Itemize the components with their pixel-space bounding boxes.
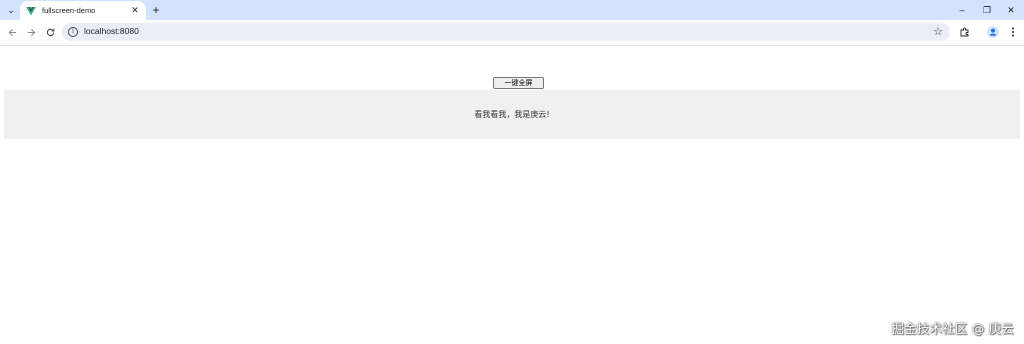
browser-window: ⌄ fullscreen-demo ✕ + – ❐ ✕ i localhost:… xyxy=(0,0,1024,344)
active-tab[interactable]: fullscreen-demo ✕ xyxy=(20,1,146,20)
fullscreen-content-text: 看我看我，我是庚云! xyxy=(474,110,550,119)
info-icon[interactable]: i xyxy=(68,27,78,37)
watermark: 掘金技术社区 @ 庚云 xyxy=(891,321,1014,336)
star-icon[interactable]: ☆ xyxy=(933,25,943,38)
new-tab-button[interactable]: + xyxy=(149,3,163,17)
profile-button[interactable] xyxy=(984,23,1002,41)
minimize-button[interactable]: – xyxy=(950,0,974,20)
back-button[interactable] xyxy=(5,25,19,39)
puzzle-icon xyxy=(960,27,969,37)
address-bar[interactable]: i localhost:8080 ☆ xyxy=(62,23,950,41)
minimize-icon: – xyxy=(959,5,965,15)
menu-button[interactable] xyxy=(1004,23,1022,41)
vue-logo-icon xyxy=(26,6,36,15)
kebab-menu-icon xyxy=(1012,27,1014,37)
reload-icon xyxy=(46,28,54,36)
chevron-down-icon: ⌄ xyxy=(7,4,15,15)
tab-title: fullscreen-demo xyxy=(42,6,96,15)
back-arrow-icon xyxy=(8,28,16,36)
tab-search-button[interactable]: ⌄ xyxy=(4,3,18,17)
reload-button[interactable] xyxy=(43,25,57,39)
page-viewport: 一键全屏 看我看我，我是庚云! 掘金技术社区 @ 庚云 xyxy=(0,46,1024,344)
fullscreen-button[interactable]: 一键全屏 xyxy=(493,77,544,89)
fullscreen-target: 看我看我，我是庚云! xyxy=(4,90,1020,139)
extensions-button[interactable] xyxy=(956,23,974,41)
tab-strip: ⌄ fullscreen-demo ✕ + – ❐ ✕ xyxy=(0,0,1024,20)
plus-icon: + xyxy=(152,3,160,17)
profile-icon xyxy=(987,26,999,38)
browser-toolbar: i localhost:8080 ☆ xyxy=(0,20,1024,46)
restore-button[interactable]: ❐ xyxy=(975,0,999,20)
close-icon: ✕ xyxy=(1007,4,1015,15)
tab-close-icon[interactable]: ✕ xyxy=(129,5,141,17)
url-text: localhost:8080 xyxy=(84,26,139,36)
close-window-button[interactable]: ✕ xyxy=(999,0,1023,20)
restore-icon: ❐ xyxy=(982,4,992,15)
forward-arrow-icon xyxy=(27,28,35,36)
forward-button[interactable] xyxy=(24,25,38,39)
